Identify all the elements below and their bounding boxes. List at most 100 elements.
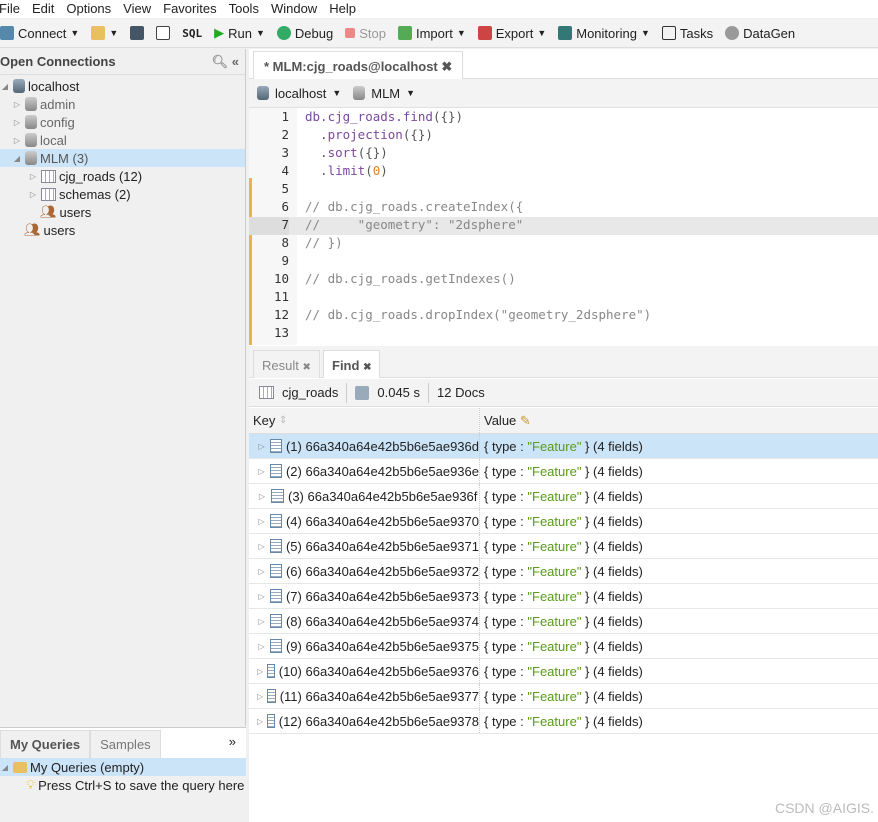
lightbulb-icon: 💡︎ <box>26 777 36 792</box>
expand-icon[interactable]: ▷ <box>257 492 267 501</box>
type-value: "Feature" <box>527 438 582 454</box>
tree-config[interactable]: ▷ config <box>0 113 245 131</box>
menu-favorites[interactable]: Favorites <box>163 0 222 18</box>
code-token: projection <box>327 127 403 142</box>
save-icon[interactable] <box>130 26 145 40</box>
users-icon: 👥︎ <box>24 222 41 237</box>
table-row[interactable]: ▷ (9) 66a340a64e42b5b6e5ae9375 { type : "F… <box>249 634 878 659</box>
expand-icon[interactable]: » <box>229 734 236 749</box>
line-number: 12 <box>273 307 289 322</box>
folder-icon <box>91 26 106 40</box>
table-row[interactable]: ▷ (7) 66a340a64e42b5b6e5ae9373 { type : "F… <box>249 584 878 609</box>
close-icon[interactable]: ✖ <box>363 362 371 373</box>
close-icon[interactable]: ✖ <box>302 362 310 373</box>
datagen-button[interactable]: DataGen <box>725 26 795 41</box>
collection-icon <box>41 169 56 183</box>
tree-users[interactable]: 👥︎ users <box>0 221 245 239</box>
table-row[interactable]: ▷ (12) 66a340a64e42b5b6e5ae9378 { type : "… <box>249 709 878 734</box>
menu-window[interactable]: Window <box>271 0 323 18</box>
tree-local[interactable]: ▷ local <box>0 131 245 149</box>
code-token: ({}) <box>402 127 433 142</box>
expand-icon[interactable]: ▷ <box>257 517 266 526</box>
menu-tools[interactable]: Tools <box>229 0 265 18</box>
shell-icon[interactable] <box>156 26 171 40</box>
field-count: (4 fields) <box>593 488 643 504</box>
table-row[interactable]: ▷ (2) 66a340a64e42b5b6e5ae936e { type : "F… <box>249 459 878 484</box>
key-cell: ▷ (6) 66a340a64e42b5b6e5ae9372 <box>249 559 480 583</box>
monitoring-button[interactable]: Monitoring ▼ <box>558 26 650 41</box>
code-text: // db.cjg_roads.dropIndex("geometry_2dsp… <box>289 307 651 325</box>
search-icon[interactable]: 🔍︎ <box>212 54 229 69</box>
tab-samples[interactable]: Samples <box>90 730 161 758</box>
import-button[interactable]: Import ▼ <box>397 26 466 41</box>
gears-icon <box>725 26 740 40</box>
expand-icon[interactable]: ▷ <box>257 442 266 451</box>
expand-icon[interactable]: ▷ <box>257 717 263 726</box>
value-cell: { type : "Feature" } (4 fields) <box>484 638 643 654</box>
export-button[interactable]: Export ▼ <box>477 26 546 41</box>
tree-admin[interactable]: ▷ admin <box>0 95 245 113</box>
expand-icon[interactable]: ▷ <box>257 567 266 576</box>
code-line: 8 // }) <box>249 235 878 253</box>
value-column-header[interactable]: Value ✎ <box>480 408 531 433</box>
table-row[interactable]: ▷ (11) 66a340a64e42b5b6e5ae9377 { type : "… <box>249 684 878 709</box>
table-row[interactable]: ▷ (4) 66a340a64e42b5b6e5ae9370 { type : "F… <box>249 509 878 534</box>
menu-options[interactable]: Options <box>66 0 117 18</box>
code-editor[interactable]: 1 db.cjg_roads.find({}) 2 .projection({}) 3… <box>249 108 878 345</box>
connect-icon <box>0 26 14 40</box>
tree-localhost[interactable]: ◢ localhost <box>0 77 245 95</box>
close-icon[interactable]: ✖ <box>441 59 452 74</box>
sql-button[interactable]: SQL <box>182 27 202 40</box>
database-select[interactable]: MLM <box>371 86 400 101</box>
tree-mlm[interactable]: ◢ MLM (3) <box>0 149 245 167</box>
tree-schemas[interactable]: ▷ schemas (2) <box>0 185 245 203</box>
expand-icon[interactable]: ▷ <box>257 592 266 601</box>
tasks-button[interactable]: Tasks <box>661 26 713 41</box>
debug-button[interactable]: Debug <box>276 26 333 41</box>
type-value: "Feature" <box>527 513 582 529</box>
my-queries-folder[interactable]: ◢ My Queries (empty) <box>0 758 246 776</box>
value-cell: { type : "Feature" } (4 fields) <box>484 513 643 529</box>
menu-view[interactable]: View <box>123 0 157 18</box>
expand-icon[interactable]: ▷ <box>257 617 266 626</box>
expand-icon[interactable]: ▷ <box>257 467 266 476</box>
tree-cjg-roads[interactable]: ▷ cjg_roads (12) <box>0 167 245 185</box>
table-row[interactable]: ▷ (3) 66a340a64e42b5b6e5ae936f { type : "F… <box>249 484 878 509</box>
collapse-icon[interactable]: « <box>232 54 239 69</box>
menu-file[interactable]: File <box>0 0 26 18</box>
menu-bar: File Edit Options View Favorites Tools Window H… <box>0 0 878 18</box>
key-column-header[interactable]: Key ⇕ <box>249 408 480 433</box>
key-cell: ▷ (9) 66a340a64e42b5b6e5ae9375 <box>249 634 480 658</box>
value-cell: { type : "Feature" } (4 fields) <box>484 613 643 629</box>
table-row[interactable]: ▷ (1) 66a340a64e42b5b6e5ae936d { type : "F… <box>249 434 878 459</box>
open-button[interactable]: ▼ <box>91 26 118 40</box>
expand-icon[interactable]: ▷ <box>257 692 263 701</box>
key-cell: ▷ (4) 66a340a64e42b5b6e5ae9370 <box>249 509 480 533</box>
tab-result[interactable]: Result ✖ <box>253 350 320 378</box>
menu-help[interactable]: Help <box>329 0 362 18</box>
table-row[interactable]: ▷ (10) 66a340a64e42b5b6e5ae9376 { type : "… <box>249 659 878 684</box>
value-cell: { type : "Feature" } (4 fields) <box>484 713 643 729</box>
doc-key: (5) 66a340a64e42b5b6e5ae9371 <box>285 538 479 554</box>
expand-icon[interactable]: ▷ <box>257 642 266 651</box>
tree-users-db[interactable]: 👥︎ users <box>0 203 245 221</box>
expand-icon[interactable]: ▷ <box>257 667 263 676</box>
table-row[interactable]: ▷ (5) 66a340a64e42b5b6e5ae9371 { type : "F… <box>249 534 878 559</box>
tab-query-editor[interactable]: * MLM:cjg_roads@localhost ✖ <box>253 51 464 79</box>
expand-icon[interactable]: ▷ <box>257 542 266 551</box>
table-row[interactable]: ▷ (8) 66a340a64e42b5b6e5ae9374 { type : "F… <box>249 609 878 634</box>
type-text: Feature <box>532 513 577 529</box>
table-row[interactable]: ▷ (6) 66a340a64e42b5b6e5ae9372 { type : "F… <box>249 559 878 584</box>
code-text: // db.cjg_roads.createIndex({ <box>289 199 523 217</box>
run-button[interactable]: ▶ Run ▼ <box>214 25 265 41</box>
menu-edit[interactable]: Edit <box>32 0 60 18</box>
type-value: "Feature" <box>527 713 582 729</box>
connect-button[interactable]: Connect ▼ <box>0 26 79 41</box>
stop-button[interactable]: Stop <box>345 26 386 41</box>
field-count: (4 fields) <box>593 613 643 629</box>
tab-find[interactable]: Find ✖ <box>323 350 381 378</box>
collection-icon <box>259 386 274 399</box>
connection-select[interactable]: localhost <box>275 86 326 101</box>
document-icon <box>270 439 282 453</box>
tab-my-queries[interactable]: My Queries <box>0 730 91 758</box>
